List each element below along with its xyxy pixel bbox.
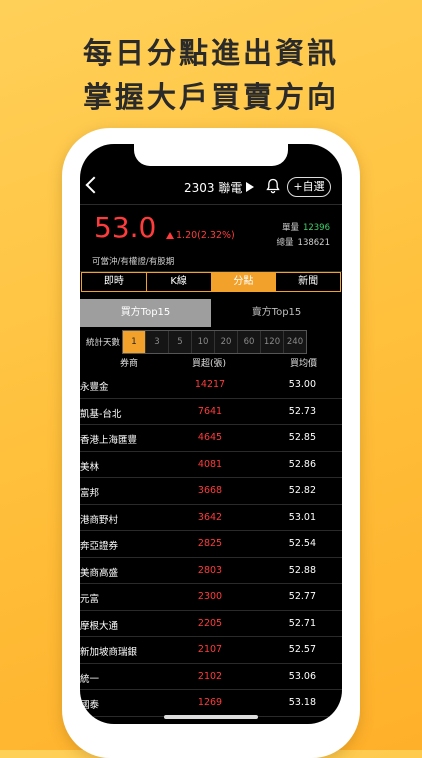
table-row[interactable]: 香港上海匯豐 4645 52.85	[80, 425, 342, 452]
table-row[interactable]: 美商高盛 2803 52.88	[80, 558, 342, 584]
days-label: 統計天數	[86, 338, 121, 348]
net-buy-qty: 2107	[197, 644, 223, 655]
broker-name: 國泰	[80, 700, 100, 711]
phone-screen: 2303 聯電 +自選 53.0 1.20(2.32%) 可當沖/有權證/有股期…	[80, 144, 342, 724]
promo-headline-1: 每日分點進出資訊	[82, 36, 339, 70]
subtab-sell-top15[interactable]: 賣方Top15	[211, 299, 342, 327]
broker-name: 永豐金	[80, 382, 109, 393]
avg-price: 52.71	[288, 617, 316, 629]
table-row[interactable]: 美林 4081 52.86	[80, 452, 342, 478]
avg-price: 52.85	[288, 432, 316, 443]
table-row[interactable]: 統一 2102 53.06	[80, 664, 342, 690]
header-broker: 券商	[120, 359, 139, 369]
home-indicator[interactable]	[164, 715, 258, 719]
stock-tags: 可當沖/有權證/有股期	[92, 257, 175, 267]
net-buy-qty: 2300	[197, 591, 223, 602]
header-net-buy: 買超(張)	[192, 359, 227, 369]
quote-panel: 53.0 1.20(2.32%) 可當沖/有權證/有股期 單量 12396 總量 1…	[80, 204, 342, 272]
total-volume: 總量 138621	[277, 236, 330, 248]
tab-branch[interactable]: 分點	[211, 273, 277, 291]
net-buy-qty: 2825	[197, 538, 223, 549]
table-row[interactable]: 凱基-台北 7641 52.73	[80, 399, 342, 425]
avg-price: 53.06	[288, 670, 316, 682]
avg-price: 52.54	[288, 538, 316, 549]
main-tabs: 即時 K線 分點 新聞	[81, 272, 341, 292]
broker-name: 富邦	[80, 488, 100, 499]
net-buy-qty: 2205	[197, 617, 223, 629]
single-volume-label: 單量	[281, 223, 299, 233]
tab-realtime[interactable]: 即時	[82, 273, 147, 291]
avg-price: 52.88	[288, 564, 316, 576]
days-option-5[interactable]: 5	[169, 331, 192, 353]
back-icon[interactable]	[85, 176, 103, 194]
avg-price: 53.00	[288, 379, 316, 390]
sub-tabs: 買方Top15 賣方Top15	[80, 299, 342, 327]
net-buy-qty: 3668	[197, 485, 223, 496]
bell-icon[interactable]	[266, 178, 280, 194]
broker-name: 凱基-台北	[80, 408, 122, 420]
avg-price: 53.01	[288, 511, 316, 523]
phone-notch	[134, 144, 288, 166]
tab-kline[interactable]: K線	[147, 273, 212, 291]
days-option-3[interactable]: 3	[146, 331, 169, 353]
stock-title: 2303 聯電	[184, 181, 243, 195]
net-buy-qty: 2102	[197, 670, 223, 682]
promo-headline-2: 掌握大戶買賣方向	[82, 80, 339, 114]
net-buy-qty: 3642	[197, 511, 223, 523]
price-change: 1.20(2.32%)	[176, 230, 235, 241]
avg-price: 52.86	[288, 458, 316, 470]
broker-name: 香港上海匯豐	[80, 435, 138, 446]
days-option-10[interactable]: 10	[192, 331, 215, 353]
net-buy-qty: 14217	[194, 379, 226, 390]
avg-price: 52.57	[288, 644, 316, 655]
table-row[interactable]: 新加坡商瑞銀 2107 52.57	[80, 637, 342, 664]
total-volume-label: 總量	[276, 238, 294, 248]
broker-name: 奔亞證券	[80, 541, 119, 552]
broker-name: 摩根大通	[80, 620, 119, 632]
days-option-120[interactable]: 120	[261, 331, 284, 353]
single-volume: 單量 12396	[282, 221, 330, 233]
tab-news[interactable]: 新聞	[276, 273, 340, 291]
broker-name: 元富	[80, 594, 100, 605]
broker-name: 美林	[80, 461, 100, 473]
days-options: 1 3 5 10 20 60 120 240	[122, 330, 307, 354]
net-buy-qty: 1269	[197, 697, 223, 708]
avg-price: 53.18	[288, 697, 316, 708]
table-row[interactable]: 富邦 3668 52.82	[80, 478, 342, 505]
days-option-240[interactable]: 240	[284, 331, 306, 353]
broker-name: 新加坡商瑞銀	[80, 647, 138, 658]
avg-price: 52.77	[288, 591, 316, 602]
table-row[interactable]: 元富 2300 52.77	[80, 584, 342, 611]
table-row[interactable]: 奔亞證券 2825 52.54	[80, 531, 342, 558]
days-option-20[interactable]: 20	[215, 331, 238, 353]
up-arrow-icon	[166, 232, 174, 239]
table-row[interactable]: 國泰 1269 53.18	[80, 690, 342, 717]
total-volume-value: 138621	[297, 238, 330, 248]
single-volume-value: 12396	[302, 223, 330, 233]
broker-name: 統一	[80, 673, 100, 685]
play-icon[interactable]	[246, 182, 254, 192]
price-value: 53.0	[94, 211, 157, 244]
days-option-1[interactable]: 1	[123, 331, 146, 353]
broker-name: 港商野村	[80, 514, 119, 526]
net-buy-qty: 2803	[197, 564, 223, 576]
net-buy-qty: 4081	[197, 458, 223, 470]
broker-table: 永豐金 14217 53.00 凱基-台北 7641 52.73 香港上海匯豐 …	[80, 372, 342, 717]
table-row[interactable]: 永豐金 14217 53.00	[80, 372, 342, 399]
table-row[interactable]: 摩根大通 2205 52.71	[80, 611, 342, 637]
table-header: 券商 買超(張) 買均價	[80, 356, 342, 370]
avg-price: 52.73	[288, 405, 316, 417]
add-watchlist-button[interactable]: +自選	[287, 177, 331, 197]
table-row[interactable]: 港商野村 3642 53.01	[80, 505, 342, 531]
days-option-60[interactable]: 60	[238, 331, 261, 353]
days-selector: 統計天數 1 3 5 10 20 60 120 240	[80, 330, 342, 354]
nav-bar: 2303 聯電 +自選	[80, 176, 342, 202]
header-avg-price: 買均價	[290, 359, 318, 369]
avg-price: 52.82	[288, 485, 316, 496]
net-buy-qty: 4645	[197, 432, 223, 443]
broker-name: 美商高盛	[80, 567, 119, 579]
subtab-buy-top15[interactable]: 買方Top15	[80, 299, 211, 327]
net-buy-qty: 7641	[197, 405, 223, 417]
